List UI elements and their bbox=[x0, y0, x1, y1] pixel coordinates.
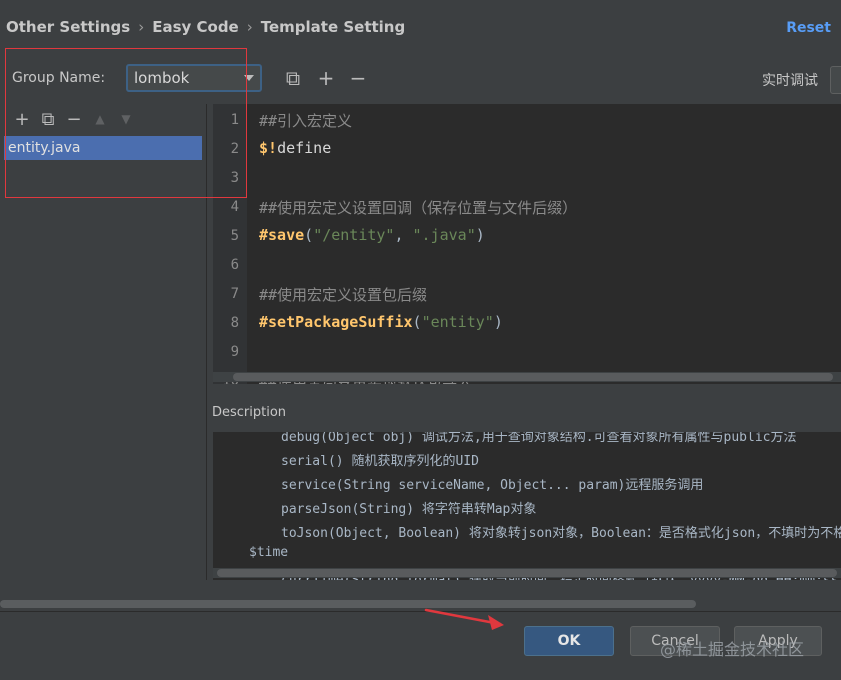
group-name-value: lombok bbox=[134, 69, 190, 87]
plus-icon: + bbox=[14, 108, 30, 130]
copy-icon: ⧉ bbox=[285, 66, 301, 90]
group-name-select[interactable]: lombok bbox=[126, 64, 262, 92]
code-line: $!define bbox=[259, 139, 331, 157]
line-number: 4 bbox=[230, 199, 239, 215]
breadcrumb-item-easy-code[interactable]: Easy Code bbox=[152, 18, 239, 36]
description-line: $time bbox=[249, 545, 289, 560]
copy-icon: ⧉ bbox=[41, 108, 55, 130]
add-group-button[interactable]: + bbox=[316, 66, 336, 90]
chevron-down-icon bbox=[244, 75, 254, 81]
template-file-panel: + ⧉ − ▲ ▼ entity.java bbox=[0, 104, 207, 580]
remove-group-button[interactable]: − bbox=[348, 66, 368, 90]
file-list: entity.java bbox=[4, 136, 202, 160]
description-label: Description bbox=[212, 405, 287, 420]
breadcrumb-item-other-settings[interactable]: Other Settings bbox=[6, 18, 130, 36]
arrow-down-icon: ▼ bbox=[121, 112, 131, 126]
plus-icon: + bbox=[317, 66, 335, 90]
line-number: 9 bbox=[230, 344, 239, 360]
minus-icon: − bbox=[66, 108, 82, 130]
line-number: 7 bbox=[230, 286, 239, 302]
code-token-string: "/entity" bbox=[313, 226, 395, 244]
line-number: 2 bbox=[230, 141, 239, 157]
reset-link[interactable]: Reset bbox=[786, 20, 831, 36]
code-token-paren: ( bbox=[412, 313, 422, 331]
code-line: ##使用宏定义设置包后缀 bbox=[259, 286, 428, 304]
move-up-button[interactable]: ▲ bbox=[88, 107, 112, 131]
description-line: serial() 随机获取序列化的UID bbox=[281, 454, 479, 469]
code-line: ##使用宏定义设置回调（保存位置与文件后缀） bbox=[259, 199, 578, 217]
scrollbar-thumb[interactable] bbox=[233, 373, 833, 381]
description-line: service(String serviceName, Object... pa… bbox=[281, 478, 704, 493]
code-line: #save("/entity", ".java") bbox=[259, 226, 485, 244]
line-number: 6 bbox=[230, 257, 239, 273]
cancel-button[interactable]: Cancel bbox=[630, 626, 720, 656]
apply-button[interactable]: Apply bbox=[734, 626, 822, 656]
copy-group-button[interactable]: ⧉ bbox=[283, 66, 303, 90]
chevron-right-icon: › bbox=[246, 18, 253, 36]
code-token-define: define bbox=[277, 139, 332, 157]
description-horizontal-scrollbar[interactable] bbox=[213, 568, 841, 578]
file-item-entity-java[interactable]: entity.java bbox=[4, 136, 202, 160]
live-debug-label: 实时调试 bbox=[762, 73, 818, 89]
code-token-string: ".java" bbox=[412, 226, 476, 244]
scrollbar-thumb[interactable] bbox=[217, 569, 837, 577]
line-number: 5 bbox=[230, 228, 239, 244]
code-token-comma: , bbox=[394, 226, 413, 244]
remove-file-button[interactable]: − bbox=[62, 107, 86, 131]
dialog-footer: OK Cancel Apply bbox=[0, 611, 841, 680]
code-token-directive: #save bbox=[259, 226, 305, 244]
code-token-directive: #setPackageSuffix bbox=[259, 313, 413, 331]
ok-button[interactable]: OK bbox=[524, 626, 614, 656]
line-number-gutter: 1 2 3 4 5 6 7 8 9 10 bbox=[213, 104, 247, 384]
settings-horizontal-scrollbar[interactable] bbox=[0, 598, 841, 610]
scrollbar-thumb[interactable] bbox=[0, 600, 696, 608]
code-token-dollar: $! bbox=[259, 139, 278, 157]
line-number: 8 bbox=[230, 315, 239, 331]
file-toolbar: + ⧉ − ▲ ▼ bbox=[0, 104, 206, 134]
minus-icon: − bbox=[349, 66, 367, 90]
code-token-paren: ) bbox=[493, 313, 503, 331]
description-line: debug(Object obj) 调试方法,用于查询对象结构.可查看对象所有属… bbox=[281, 432, 797, 445]
code-line: #setPackageSuffix("entity") bbox=[259, 313, 503, 331]
move-down-button[interactable]: ▼ bbox=[114, 107, 138, 131]
line-number: 1 bbox=[230, 112, 239, 128]
copy-file-button[interactable]: ⧉ bbox=[36, 107, 60, 131]
add-file-button[interactable]: + bbox=[10, 107, 34, 131]
code-token-string: "entity" bbox=[421, 313, 494, 331]
description-line: parseJson(String) 将字符串转Map对象 bbox=[281, 502, 537, 517]
code-line: ##引入宏定义 bbox=[259, 112, 353, 130]
chevron-right-icon: › bbox=[138, 18, 145, 36]
template-editor[interactable]: 1 2 3 4 5 6 7 8 9 10 ##引入宏定义 $!define ##… bbox=[213, 104, 841, 384]
breadcrumb: Other Settings › Easy Code › Template Se… bbox=[6, 14, 405, 40]
code-token-paren: ( bbox=[304, 226, 314, 244]
editor-horizontal-scrollbar[interactable] bbox=[213, 372, 841, 382]
breadcrumb-item-template-setting: Template Setting bbox=[260, 18, 406, 36]
group-name-label: Group Name: bbox=[12, 70, 106, 86]
line-number: 3 bbox=[230, 170, 239, 186]
arrow-up-icon: ▲ bbox=[95, 112, 105, 126]
live-debug-toggle[interactable] bbox=[830, 66, 841, 94]
code-token-paren: ) bbox=[475, 226, 485, 244]
description-line: toJson(Object, Boolean) 将对象转json对象，Boole… bbox=[281, 526, 841, 541]
description-area[interactable]: debug(Object obj) 调试方法,用于查询对象结构.可查看对象所有属… bbox=[213, 432, 841, 580]
